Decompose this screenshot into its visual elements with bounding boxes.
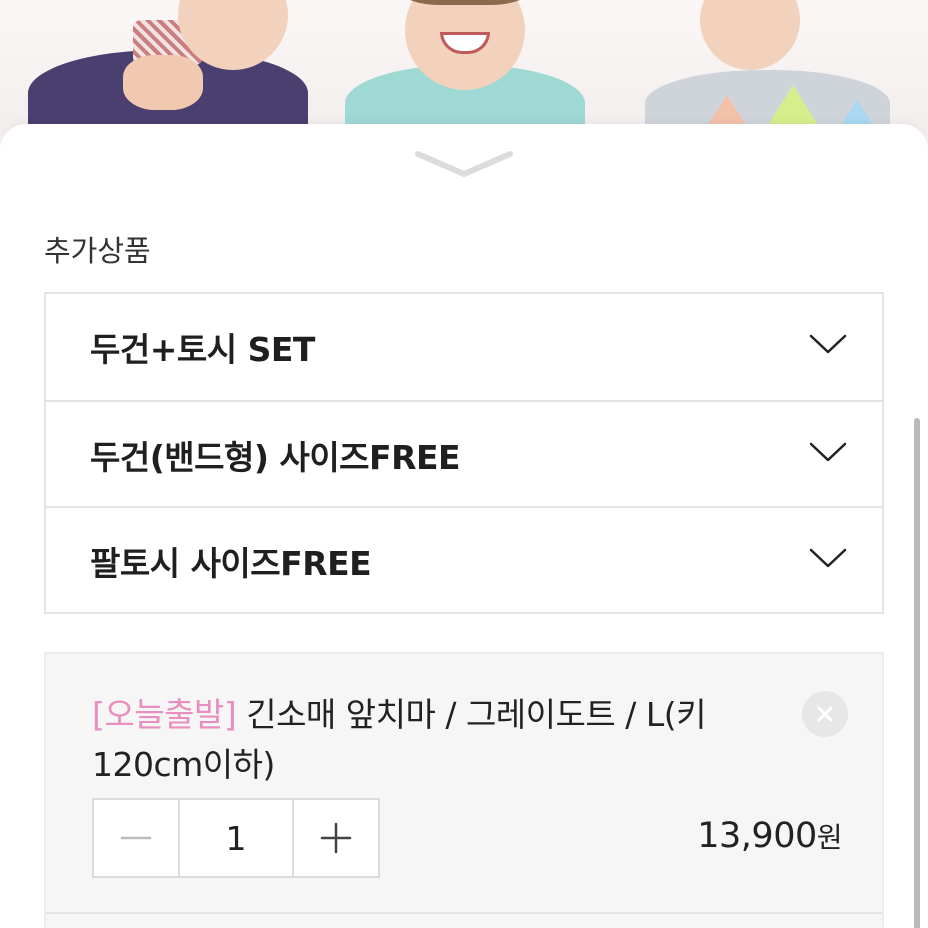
price-value: 13,900 [697,816,817,856]
selected-product-name: [오늘출발] 긴소매 앞치마 / 그레이도트 / L(키 120cm이하) [92,690,772,790]
today-shipping-tag: [오늘출발] [92,695,237,734]
option-label: 팔토시 사이즈FREE [90,544,372,583]
minus-icon [120,836,152,840]
item-price: 13,900원 [697,816,842,856]
currency-label: 원 [816,821,843,854]
option-label: 두건+토시 SET [90,330,315,369]
plus-icon [320,822,352,854]
child-model-photo [28,0,318,135]
product-photo-banner [0,0,928,135]
option-label: 두건(밴드형) 사이즈FREE [90,438,461,477]
chevron-down-icon [809,442,847,462]
chevron-down-icon [809,334,847,354]
option-dropdown-hood[interactable]: 두건(밴드형) 사이즈FREE [46,402,882,508]
section-title: 추가상품 [44,234,151,268]
child-model-photo [345,0,585,135]
child-model-photo [645,0,895,135]
additional-product-options: 두건+토시 SET 두건(밴드형) 사이즈FREE 팔토시 사이즈FREE [44,292,884,614]
decrease-quantity-button[interactable] [94,800,178,876]
scrollbar[interactable] [914,418,920,928]
quantity-stepper: 1 [92,798,380,878]
sheet-collapse-handle[interactable] [414,150,514,184]
chevron-down-icon [415,151,513,177]
close-icon [817,706,833,722]
remove-item-button[interactable] [802,691,848,737]
quantity-value[interactable]: 1 [178,800,294,876]
chevron-down-icon [809,548,847,568]
option-dropdown-set[interactable]: 두건+토시 SET [46,294,882,400]
increase-quantity-button[interactable] [294,800,378,876]
option-dropdown-sleeve[interactable]: 팔토시 사이즈FREE [46,508,882,614]
selected-product-item: [오늘출발] 긴소매 앞치마 / 그레이도트 / L(키 120cm이하) 1 … [44,652,884,928]
divider [46,912,882,914]
